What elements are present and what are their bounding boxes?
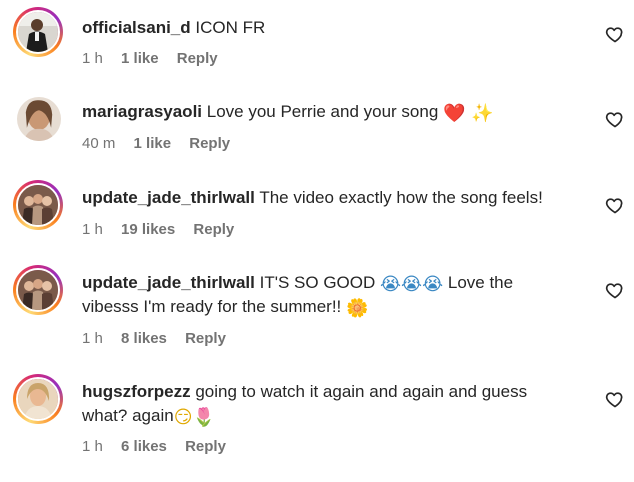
avatar[interactable]	[13, 180, 63, 230]
comment-likes[interactable]: 1 like	[121, 50, 159, 67]
comment-username[interactable]: update_jade_thirlwall	[82, 188, 255, 207]
like-button[interactable]	[605, 280, 625, 300]
comment-likes[interactable]: 6 likes	[121, 438, 167, 455]
heart-sparkles-emoji: ❤️ ✨	[443, 103, 494, 124]
heart-outline-icon	[605, 198, 623, 214]
heart-outline-icon	[605, 392, 623, 408]
comment-meta: 40 m 1 like Reply	[82, 134, 244, 154]
comment-meta: 1 h 8 likes Reply	[82, 329, 240, 349]
avatar[interactable]	[13, 374, 63, 424]
reply-button[interactable]: Reply	[185, 438, 226, 455]
comment-username[interactable]: hugszforpezz	[82, 382, 191, 401]
comment-meta: 1 h 1 like Reply	[82, 49, 232, 69]
like-button[interactable]	[605, 195, 625, 215]
comment-meta: 1 h 6 likes Reply	[82, 437, 240, 457]
avatar[interactable]	[13, 7, 63, 57]
comment-time: 1 h	[82, 438, 103, 455]
comment-username[interactable]: update_jade_thirlwall	[82, 273, 255, 292]
like-button[interactable]	[605, 24, 625, 44]
comment-time: 1 h	[82, 221, 103, 238]
comments-list: officialsani_d ICON FR 1 h 1 like Reply …	[0, 0, 634, 482]
comment-text: update_jade_thirlwall The video exactly …	[82, 186, 562, 210]
blossom-emoji: 🌼	[346, 298, 369, 319]
like-button[interactable]	[605, 109, 625, 129]
comment-text: mariagrasyaoli Love you Perrie and your …	[82, 100, 562, 124]
heart-outline-icon	[605, 283, 623, 299]
avatar[interactable]	[17, 97, 61, 141]
comment-username[interactable]: officialsani_d	[82, 18, 191, 37]
reply-button[interactable]: Reply	[177, 50, 218, 67]
comment-likes[interactable]: 1 like	[134, 135, 172, 152]
comment-body: ICON FR	[195, 18, 266, 37]
comment-time: 1 h	[82, 330, 103, 347]
comment-body: The video exactly how the song feels!	[259, 188, 543, 207]
comment-text: hugszforpezz going to watch it again and…	[82, 380, 562, 428]
heart-outline-icon	[605, 112, 623, 128]
comment-text: update_jade_thirlwall IT'S SO GOOD 😭😭😭 L…	[82, 271, 562, 319]
comment-likes[interactable]: 19 likes	[121, 221, 175, 238]
comment-time: 1 h	[82, 50, 103, 67]
comment-meta: 1 h 19 likes Reply	[82, 220, 248, 240]
comment-body: IT'S SO GOOD	[259, 273, 376, 292]
comment-text: officialsani_d ICON FR	[82, 16, 562, 40]
comment-likes[interactable]: 8 likes	[121, 330, 167, 347]
heart-outline-icon	[605, 27, 623, 43]
reply-button[interactable]: Reply	[185, 330, 226, 347]
like-button[interactable]	[605, 389, 625, 409]
reply-button[interactable]: Reply	[193, 221, 234, 238]
comment-time: 40 m	[82, 135, 116, 152]
reply-button[interactable]: Reply	[189, 135, 230, 152]
avatar[interactable]	[13, 265, 63, 315]
crying-face-emoji: 😭😭😭	[380, 274, 444, 295]
comment-body: Love you Perrie and your song	[206, 102, 439, 121]
comment-username[interactable]: mariagrasyaoli	[82, 102, 202, 121]
smirk-tulip-emoji: 😏🌷	[173, 407, 215, 428]
